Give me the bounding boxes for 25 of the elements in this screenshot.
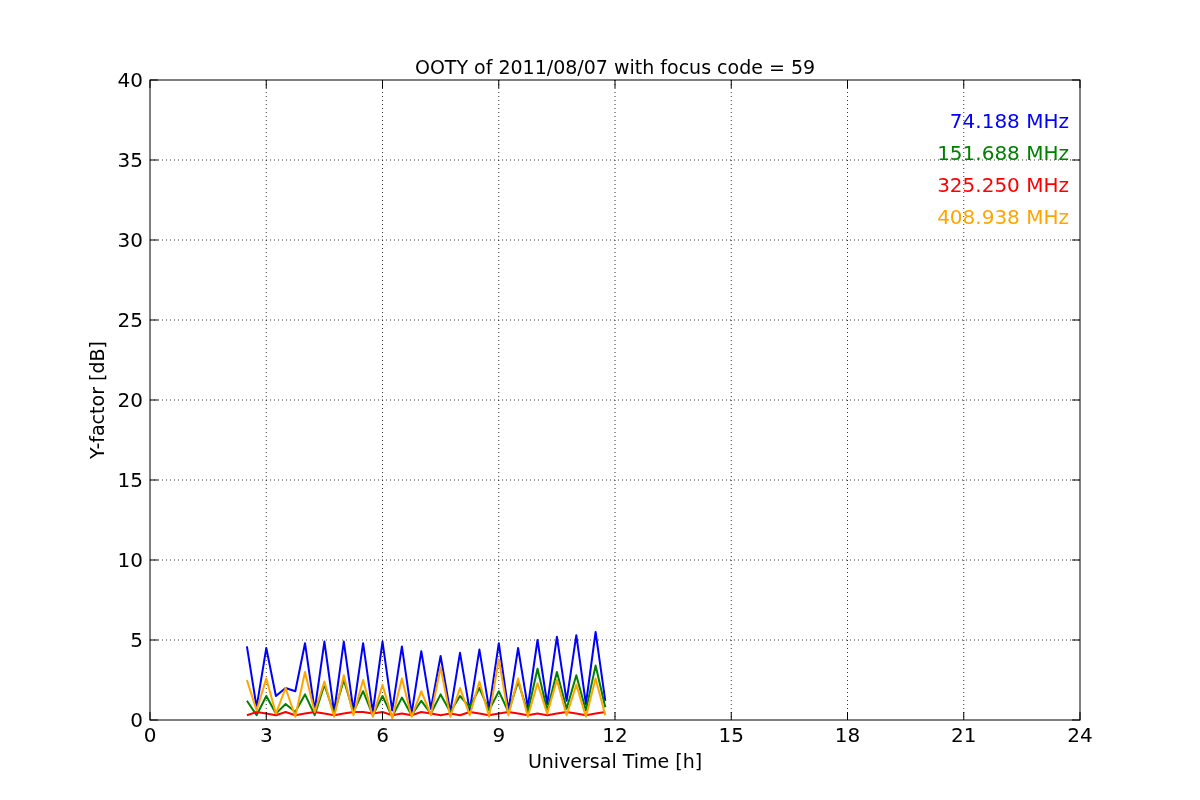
tick-label: 24 <box>1067 723 1093 747</box>
tick-label: 15 <box>117 468 143 492</box>
tick-label: 40 <box>117 68 143 92</box>
chart-title: OOTY of 2011/08/07 with focus code = 59 <box>414 56 816 78</box>
tick-label: 21 <box>951 723 977 747</box>
x-axis-label: Universal Time [h] <box>527 750 703 772</box>
tick-label: 6 <box>376 723 389 747</box>
legend-label: 325.250 MHz <box>937 173 1069 197</box>
tick-label: 20 <box>117 388 143 412</box>
legend-label: 74.188 MHz <box>949 109 1069 133</box>
tick-label: 0 <box>130 708 143 732</box>
legend-label: 151.688 MHz <box>937 141 1069 165</box>
tick-label: 18 <box>834 723 861 747</box>
tick-label: 3 <box>259 723 273 747</box>
tick-label: 12 <box>602 723 628 747</box>
tick-label: 30 <box>117 228 143 252</box>
tick-label: 15 <box>718 723 744 747</box>
tick-label: 5 <box>130 628 143 652</box>
tick-label: 0 <box>143 723 157 747</box>
legend-label: 408.938 MHz <box>937 205 1069 229</box>
tick-label: 25 <box>117 308 143 332</box>
tick-label: 10 <box>117 548 143 572</box>
y-axis-label: Y-factor [dB] <box>86 341 108 459</box>
tick-label: 9 <box>492 723 506 747</box>
tick-label: 35 <box>117 148 143 172</box>
